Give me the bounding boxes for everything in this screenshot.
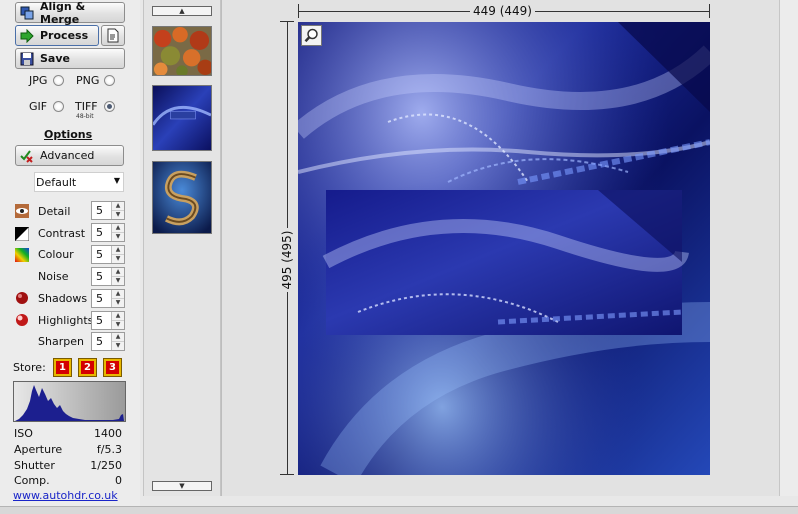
- shadows-up-arrow[interactable]: ▲: [112, 290, 124, 298]
- comp-value: 0: [115, 474, 122, 487]
- comp-key: Comp.: [14, 474, 50, 487]
- colour-up-arrow[interactable]: ▲: [112, 246, 124, 254]
- thumbnail-scroll-down-button[interactable]: ▼: [152, 481, 212, 491]
- gif-label: GIF: [29, 100, 48, 113]
- options-heading: Options: [44, 128, 93, 141]
- contrast-up-arrow[interactable]: ▲: [112, 224, 124, 232]
- png-label: PNG: [76, 74, 100, 87]
- sharpen-down-arrow[interactable]: ▼: [112, 341, 124, 350]
- sharpen-up-arrow[interactable]: ▲: [112, 333, 124, 341]
- colour-icon: [15, 248, 29, 262]
- sharpen-label: Sharpen: [38, 335, 84, 348]
- histogram: [13, 381, 126, 422]
- sharpen-stepper[interactable]: 5 ▲ ▼: [91, 332, 125, 351]
- width-dimension-tick-right: [709, 4, 710, 18]
- contrast-label: Contrast: [38, 227, 86, 240]
- align-merge-icon: [20, 6, 34, 19]
- chevron-down-icon: ▼: [113, 176, 120, 185]
- contrast-icon: [15, 227, 29, 241]
- process-button[interactable]: Process: [15, 25, 99, 46]
- shadows-value: 5: [96, 292, 103, 305]
- tiff-radio[interactable]: [104, 101, 115, 112]
- highlights-label: Highlights: [38, 314, 94, 327]
- shadows-icon: [16, 292, 28, 304]
- contrast-value: 5: [96, 226, 103, 239]
- height-dimension-tick-bottom: [280, 474, 294, 475]
- batch-document-button[interactable]: [101, 25, 125, 46]
- magnifier-icon: [304, 28, 318, 43]
- preset-dropdown[interactable]: Default ▼: [34, 172, 124, 192]
- right-edge-panel: [779, 0, 798, 496]
- colour-label: Colour: [38, 248, 74, 261]
- sharpen-value: 5: [96, 335, 103, 348]
- aperture-value: f/5.3: [96, 443, 122, 456]
- store-slot-1-button[interactable]: 1: [53, 358, 72, 377]
- website-link[interactable]: www.autohdr.co.uk: [13, 489, 118, 502]
- iso-value: 1400: [94, 427, 122, 440]
- colour-down-arrow[interactable]: ▼: [112, 254, 124, 263]
- width-dimension-tick-left: [298, 4, 299, 18]
- gif-radio[interactable]: [53, 101, 64, 112]
- height-label: 495 (495): [280, 228, 294, 292]
- thumbnail-s-logo[interactable]: [152, 161, 212, 234]
- height-dimension-tick-top: [280, 21, 294, 22]
- highlights-down-arrow[interactable]: ▼: [112, 320, 124, 329]
- jpg-label: JPG: [29, 74, 48, 87]
- iso-key: ISO: [14, 427, 33, 440]
- detail-value: 5: [96, 204, 103, 217]
- detail-stepper[interactable]: 5 ▲ ▼: [91, 201, 125, 220]
- highlights-stepper[interactable]: 5 ▲ ▼: [91, 311, 125, 330]
- shutter-value: 1/250: [90, 459, 122, 472]
- preview-image: [298, 22, 710, 475]
- noise-label: Noise: [38, 270, 69, 283]
- tiff-bit-depth-label: 48-bit: [76, 113, 94, 120]
- zoom-button[interactable]: [301, 25, 322, 46]
- store-slot-3-button[interactable]: 3: [103, 358, 122, 377]
- detail-label: Detail: [38, 205, 71, 218]
- width-label: 449 (449): [470, 4, 535, 18]
- shadows-down-arrow[interactable]: ▼: [112, 298, 124, 307]
- advanced-button[interactable]: Advanced: [15, 145, 124, 166]
- noise-down-arrow[interactable]: ▼: [112, 276, 124, 285]
- floppy-disk-icon: [20, 52, 34, 65]
- contrast-down-arrow[interactable]: ▼: [112, 232, 124, 241]
- shadows-stepper[interactable]: 5 ▲ ▼: [91, 289, 125, 308]
- preset-dropdown-value: Default: [36, 176, 77, 189]
- thumbnail-blue-abstract[interactable]: [152, 85, 212, 151]
- document-icon: [107, 28, 119, 43]
- contrast-stepper[interactable]: 5 ▲ ▼: [91, 223, 125, 242]
- detail-down-arrow[interactable]: ▼: [112, 210, 124, 219]
- colour-stepper[interactable]: 5 ▲ ▼: [91, 245, 125, 264]
- detail-up-arrow[interactable]: ▲: [112, 202, 124, 210]
- png-radio[interactable]: [104, 75, 115, 86]
- check-cross-icon: [20, 149, 33, 163]
- colour-value: 5: [96, 248, 103, 261]
- store-label: Store:: [13, 361, 46, 374]
- tiff-label: TIFF: [75, 100, 98, 113]
- aperture-key: Aperture: [14, 443, 63, 456]
- jpg-radio[interactable]: [53, 75, 64, 86]
- thumbnail-autumn-leaves[interactable]: [152, 26, 212, 76]
- store-slot-2-button[interactable]: 2: [78, 358, 97, 377]
- align-merge-button[interactable]: Align & Merge: [15, 0, 125, 26]
- shutter-key: Shutter: [14, 459, 55, 472]
- noise-value: 5: [96, 270, 103, 283]
- save-button[interactable]: Save: [15, 48, 125, 69]
- highlights-icon: [16, 314, 28, 326]
- noise-up-arrow[interactable]: ▲: [112, 268, 124, 276]
- highlights-value: 5: [96, 314, 103, 327]
- noise-stepper[interactable]: 5 ▲ ▼: [91, 267, 125, 286]
- play-arrow-icon: [20, 28, 34, 43]
- eye-icon: [15, 204, 29, 218]
- thumbnail-scroll-up-button[interactable]: ▲: [152, 6, 212, 16]
- highlights-up-arrow[interactable]: ▲: [112, 312, 124, 320]
- shadows-label: Shadows: [38, 292, 88, 305]
